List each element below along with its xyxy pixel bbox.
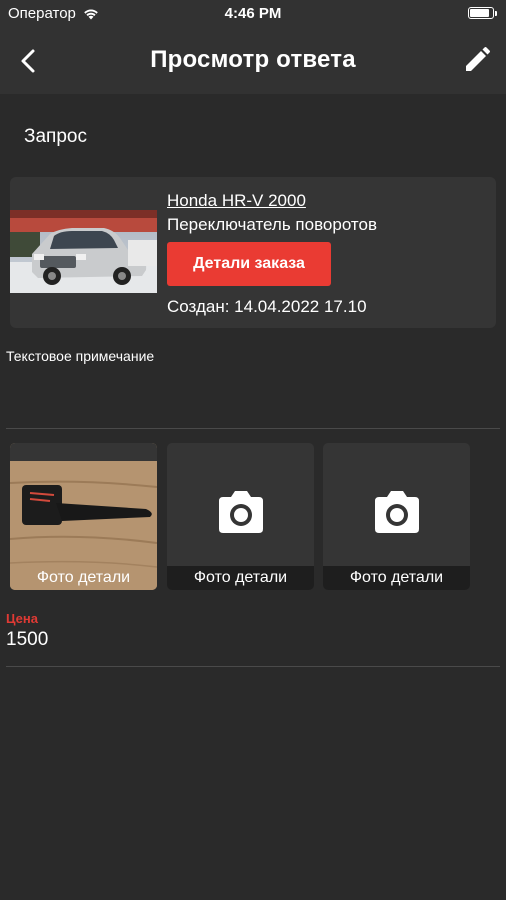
text-note-label: Текстовое примечание bbox=[6, 348, 155, 364]
divider bbox=[6, 666, 500, 667]
price-value: 1500 bbox=[6, 629, 49, 650]
edit-pencil-icon[interactable] bbox=[462, 45, 492, 75]
divider bbox=[6, 428, 500, 429]
photo-placeholder-tile[interactable]: Фото детали bbox=[167, 443, 314, 590]
part-photo-tile[interactable]: Фото детали bbox=[10, 443, 157, 590]
car-model-link[interactable]: Honda HR-V 2000 bbox=[167, 191, 306, 211]
order-details-button[interactable]: Детали заказа bbox=[167, 242, 331, 286]
camera-icon bbox=[219, 491, 263, 533]
request-card[interactable]: Honda HR-V 2000 Переключатель поворотов … bbox=[10, 177, 496, 328]
section-label-request: Запрос bbox=[24, 126, 87, 147]
part-name: Переключатель поворотов bbox=[167, 215, 378, 234]
created-date: Создан: 14.04.2022 17.10 bbox=[167, 297, 367, 316]
photo-caption: Фото детали bbox=[36, 569, 131, 586]
photo-placeholder-tile[interactable]: Фото детали bbox=[323, 443, 470, 590]
photo-caption: Фото детали bbox=[323, 566, 470, 590]
navigation-bar: Просмотр ответа bbox=[0, 28, 506, 94]
price-label: Цена bbox=[6, 611, 38, 626]
camera-icon bbox=[375, 491, 419, 533]
battery-level bbox=[470, 9, 489, 17]
page-title: Просмотр ответа bbox=[150, 46, 356, 73]
status-bar: Оператор 4:46 PM bbox=[0, 0, 506, 28]
photo-caption: Фото детали bbox=[167, 566, 314, 590]
battery-icon bbox=[468, 7, 497, 19]
status-time: 4:46 PM bbox=[224, 5, 282, 22]
car-photo bbox=[10, 210, 157, 293]
